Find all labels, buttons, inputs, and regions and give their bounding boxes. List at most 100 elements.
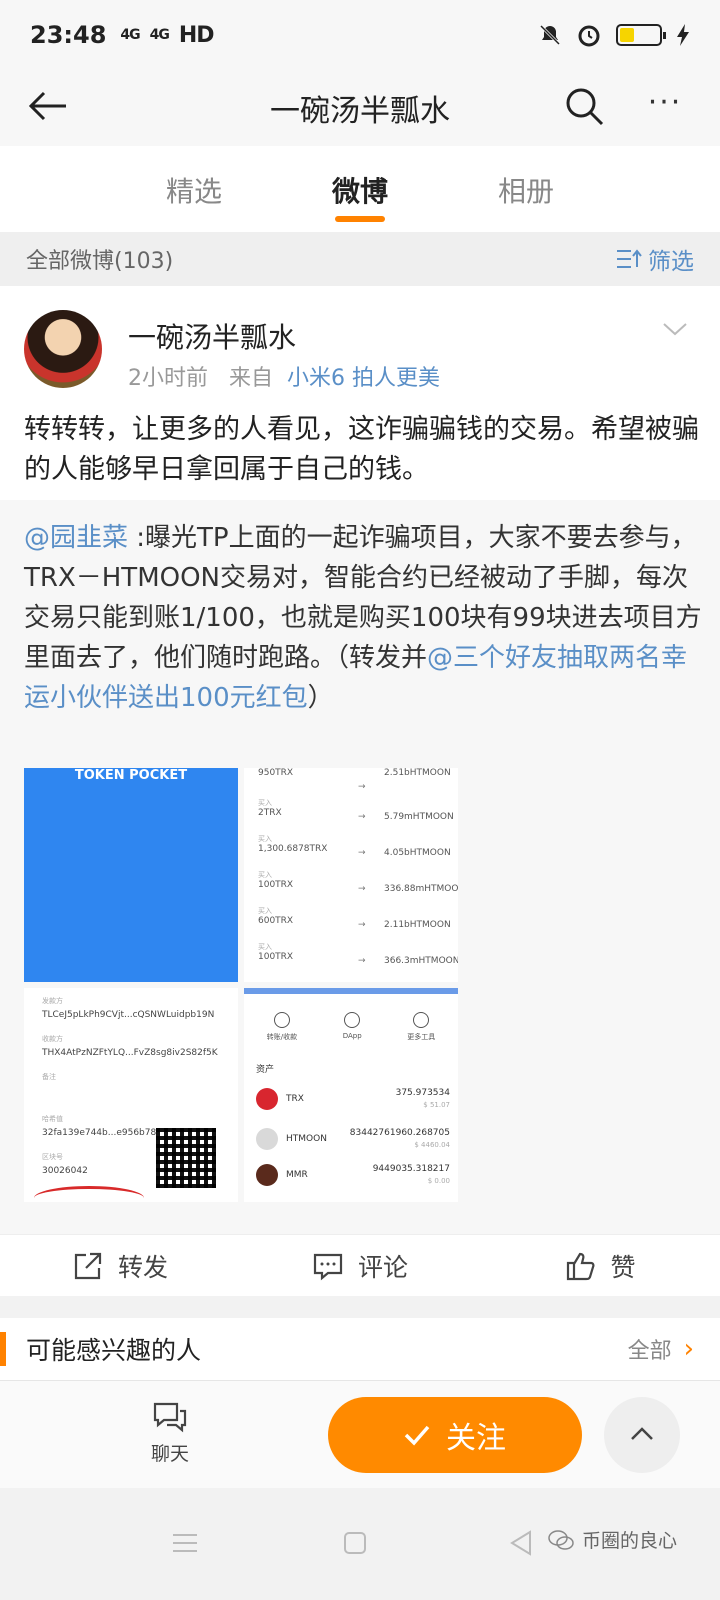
detail-label: 哈希值 bbox=[42, 1115, 63, 1123]
tab-weibo[interactable]: 微博 bbox=[277, 146, 443, 232]
wallet-shortcuts: 转账/收款 DApp 更多工具 bbox=[244, 1012, 458, 1042]
page-title: 一碗汤半瓢水 bbox=[270, 94, 450, 129]
wallet-dapp: DApp bbox=[343, 1012, 362, 1042]
tab-album[interactable]: 相册 bbox=[443, 146, 609, 232]
suggest-all-link[interactable]: 全部 › bbox=[628, 1333, 694, 1365]
more-options-icon[interactable]: ··· bbox=[640, 84, 690, 128]
tx-buy: 买入 bbox=[258, 943, 272, 951]
mmr-coin-icon bbox=[256, 1164, 278, 1186]
home-icon[interactable] bbox=[340, 1528, 370, 1558]
repost-author-link[interactable]: @园韭菜 bbox=[24, 523, 128, 553]
post-meta: 2小时前 来自 小米6 拍人更美 bbox=[128, 360, 440, 392]
chat-icon bbox=[153, 1402, 187, 1433]
post-image-2[interactable]: 950TRX → 2.51bHTMOON 买入 2TRX → 5.79mHTMOON 买入… bbox=[244, 768, 458, 982]
wallet-header-bar bbox=[244, 988, 458, 994]
profile-tabs: 精选 微博 相册 bbox=[0, 146, 720, 232]
tx-row: 买入 100TRX → 366.3mHTMOON bbox=[258, 942, 458, 980]
post-actions: 转发 评论 赞 bbox=[0, 1234, 720, 1296]
htmoon-coin-icon bbox=[256, 1128, 278, 1150]
back-arrow-icon[interactable] bbox=[26, 84, 70, 128]
filter-bar: 全部微博(103) 筛选 bbox=[0, 232, 720, 286]
filter-button[interactable]: 筛选 bbox=[616, 242, 694, 276]
post-image-1[interactable]: TOKEN POCKET bbox=[24, 768, 238, 982]
detail-label: 收款方 bbox=[42, 1035, 63, 1043]
repost-button[interactable]: 转发 bbox=[0, 1235, 240, 1296]
scroll-top-button[interactable] bbox=[604, 1397, 680, 1473]
mute-icon bbox=[539, 24, 561, 46]
asset-name: HTMOON bbox=[286, 1134, 327, 1144]
post-source[interactable]: 小米6 拍人更美 bbox=[287, 366, 440, 391]
asset-usd: $ 0.00 bbox=[427, 1177, 450, 1185]
asset-name: TRX bbox=[286, 1094, 304, 1104]
chevron-up-icon bbox=[631, 1427, 653, 1440]
red-mark bbox=[34, 1186, 144, 1202]
repost-text: @园韭菜 :曝光TP上面的一起诈骗项目，大家不要去参与，TRX－HTMOON交易… bbox=[24, 518, 704, 718]
comment-icon bbox=[313, 1253, 343, 1280]
suggest-header: 可能感兴趣的人 全部 › bbox=[0, 1318, 720, 1380]
post-image-4[interactable]: 转账/收款 DApp 更多工具 资产 TRX 375.973534 $ 51.07 … bbox=[244, 988, 458, 1202]
tx-arrow: → bbox=[358, 848, 366, 858]
asset-amount: 9449035.318217 bbox=[372, 1164, 450, 1174]
top-navbar: 一碗汤半瓢水 ··· bbox=[0, 70, 720, 146]
menu-icon[interactable] bbox=[170, 1528, 200, 1558]
post-image-3[interactable]: 发款方 TLCeJ5pLkPh9CVjt...cQSNWLuidpb19N 收款… bbox=[24, 988, 238, 1202]
comment-button[interactable]: 评论 bbox=[240, 1235, 480, 1296]
tx-out: 366.3mHTMOON bbox=[384, 956, 458, 966]
wechat-icon bbox=[548, 1529, 574, 1550]
thumbs-up-icon bbox=[567, 1252, 595, 1280]
tx-arrow: → bbox=[358, 812, 366, 822]
signal-icon-2: 4G bbox=[149, 27, 170, 43]
filter-icon bbox=[617, 249, 642, 268]
detail-value: TLCeJ5pLkPh9CVjt...cQSNWLuidpb19N bbox=[42, 1010, 215, 1020]
tx-arrow: → bbox=[358, 884, 366, 894]
assets-label: 资产 bbox=[256, 1065, 275, 1075]
tx-out: 2.11bHTMOON bbox=[384, 920, 451, 930]
battery-icon bbox=[616, 24, 666, 46]
tx-in: 100TRX bbox=[258, 952, 294, 962]
tx-in: 600TRX bbox=[258, 916, 294, 926]
avatar[interactable] bbox=[24, 310, 102, 388]
wallet-transfer-label: 转账/收款 bbox=[266, 1033, 298, 1041]
status-time: 23:48 bbox=[30, 21, 107, 49]
back-triangle-icon[interactable] bbox=[506, 1528, 536, 1558]
asset-usd: $ 51.07 bbox=[423, 1101, 450, 1109]
asset-row: TRX 375.973534 $ 51.07 bbox=[256, 1088, 452, 1118]
post-author[interactable]: 一碗汤半瓢水 bbox=[128, 316, 296, 356]
chat-label: 聊天 bbox=[150, 1443, 189, 1465]
like-button[interactable]: 赞 bbox=[480, 1235, 720, 1296]
repost-body-b: ） bbox=[307, 683, 334, 713]
watermark-text: 币圈的良心 bbox=[582, 1530, 678, 1552]
post-text: 转转转，让更多的人看见，这诈骗骗钱的交易。希望被骗的人能够早日拿回属于自己的钱。 bbox=[24, 414, 699, 485]
chat-button[interactable]: 聊天 bbox=[140, 1401, 200, 1466]
tx-buy: 买入 bbox=[258, 907, 272, 915]
asset-name: MMR bbox=[286, 1170, 308, 1180]
tx-buy: 买入 bbox=[258, 871, 272, 879]
wallet-transfer: 转账/收款 bbox=[267, 1012, 297, 1042]
post-time: 2小时前 bbox=[128, 366, 208, 391]
search-icon[interactable] bbox=[562, 84, 606, 128]
tx-buy: 买入 bbox=[258, 835, 272, 843]
wallet-tools: 更多工具 bbox=[407, 1012, 435, 1042]
watermark: 币圈的良心 bbox=[548, 1526, 677, 1553]
tx-row: 买入 1,300.6878TRX → 4.05bHTMOON bbox=[258, 834, 451, 872]
asset-usd: $ 4460.04 bbox=[414, 1141, 450, 1149]
asset-amount: 83442761960.268705 bbox=[349, 1128, 450, 1138]
chevron-right-icon: › bbox=[683, 1334, 694, 1364]
asset-row: HTMOON 83442761960.268705 $ 4460.04 bbox=[256, 1128, 452, 1158]
tx-buy: 买入 bbox=[258, 799, 272, 807]
repost-block[interactable]: @园韭菜 :曝光TP上面的一起诈骗项目，大家不要去参与，TRX－HTMOON交易… bbox=[0, 500, 720, 1234]
chevron-down-icon[interactable] bbox=[660, 314, 690, 344]
check-icon bbox=[404, 1425, 430, 1446]
repost-label: 转发 bbox=[117, 1252, 168, 1282]
tx-out: 4.05bHTMOON bbox=[384, 848, 451, 858]
tx-arrow: → bbox=[358, 782, 366, 792]
trx-coin-icon bbox=[256, 1088, 278, 1110]
token-pocket-label: TOKEN POCKET bbox=[74, 768, 188, 783]
tx-row: 买入 2TRX → 5.79mHTMOON bbox=[258, 798, 454, 836]
tx-out: 2.51bHTMOON bbox=[384, 768, 451, 778]
tx-arrow: → bbox=[358, 956, 366, 966]
weibo-post[interactable]: 一碗汤半瓢水 2小时前 来自 小米6 拍人更美 转转转，让更多的人看见，这诈骗骗… bbox=[0, 286, 720, 1234]
signal-icon-1: 4G bbox=[120, 27, 140, 43]
follow-button[interactable]: 关注 bbox=[328, 1397, 582, 1473]
tab-featured[interactable]: 精选 bbox=[111, 146, 277, 232]
